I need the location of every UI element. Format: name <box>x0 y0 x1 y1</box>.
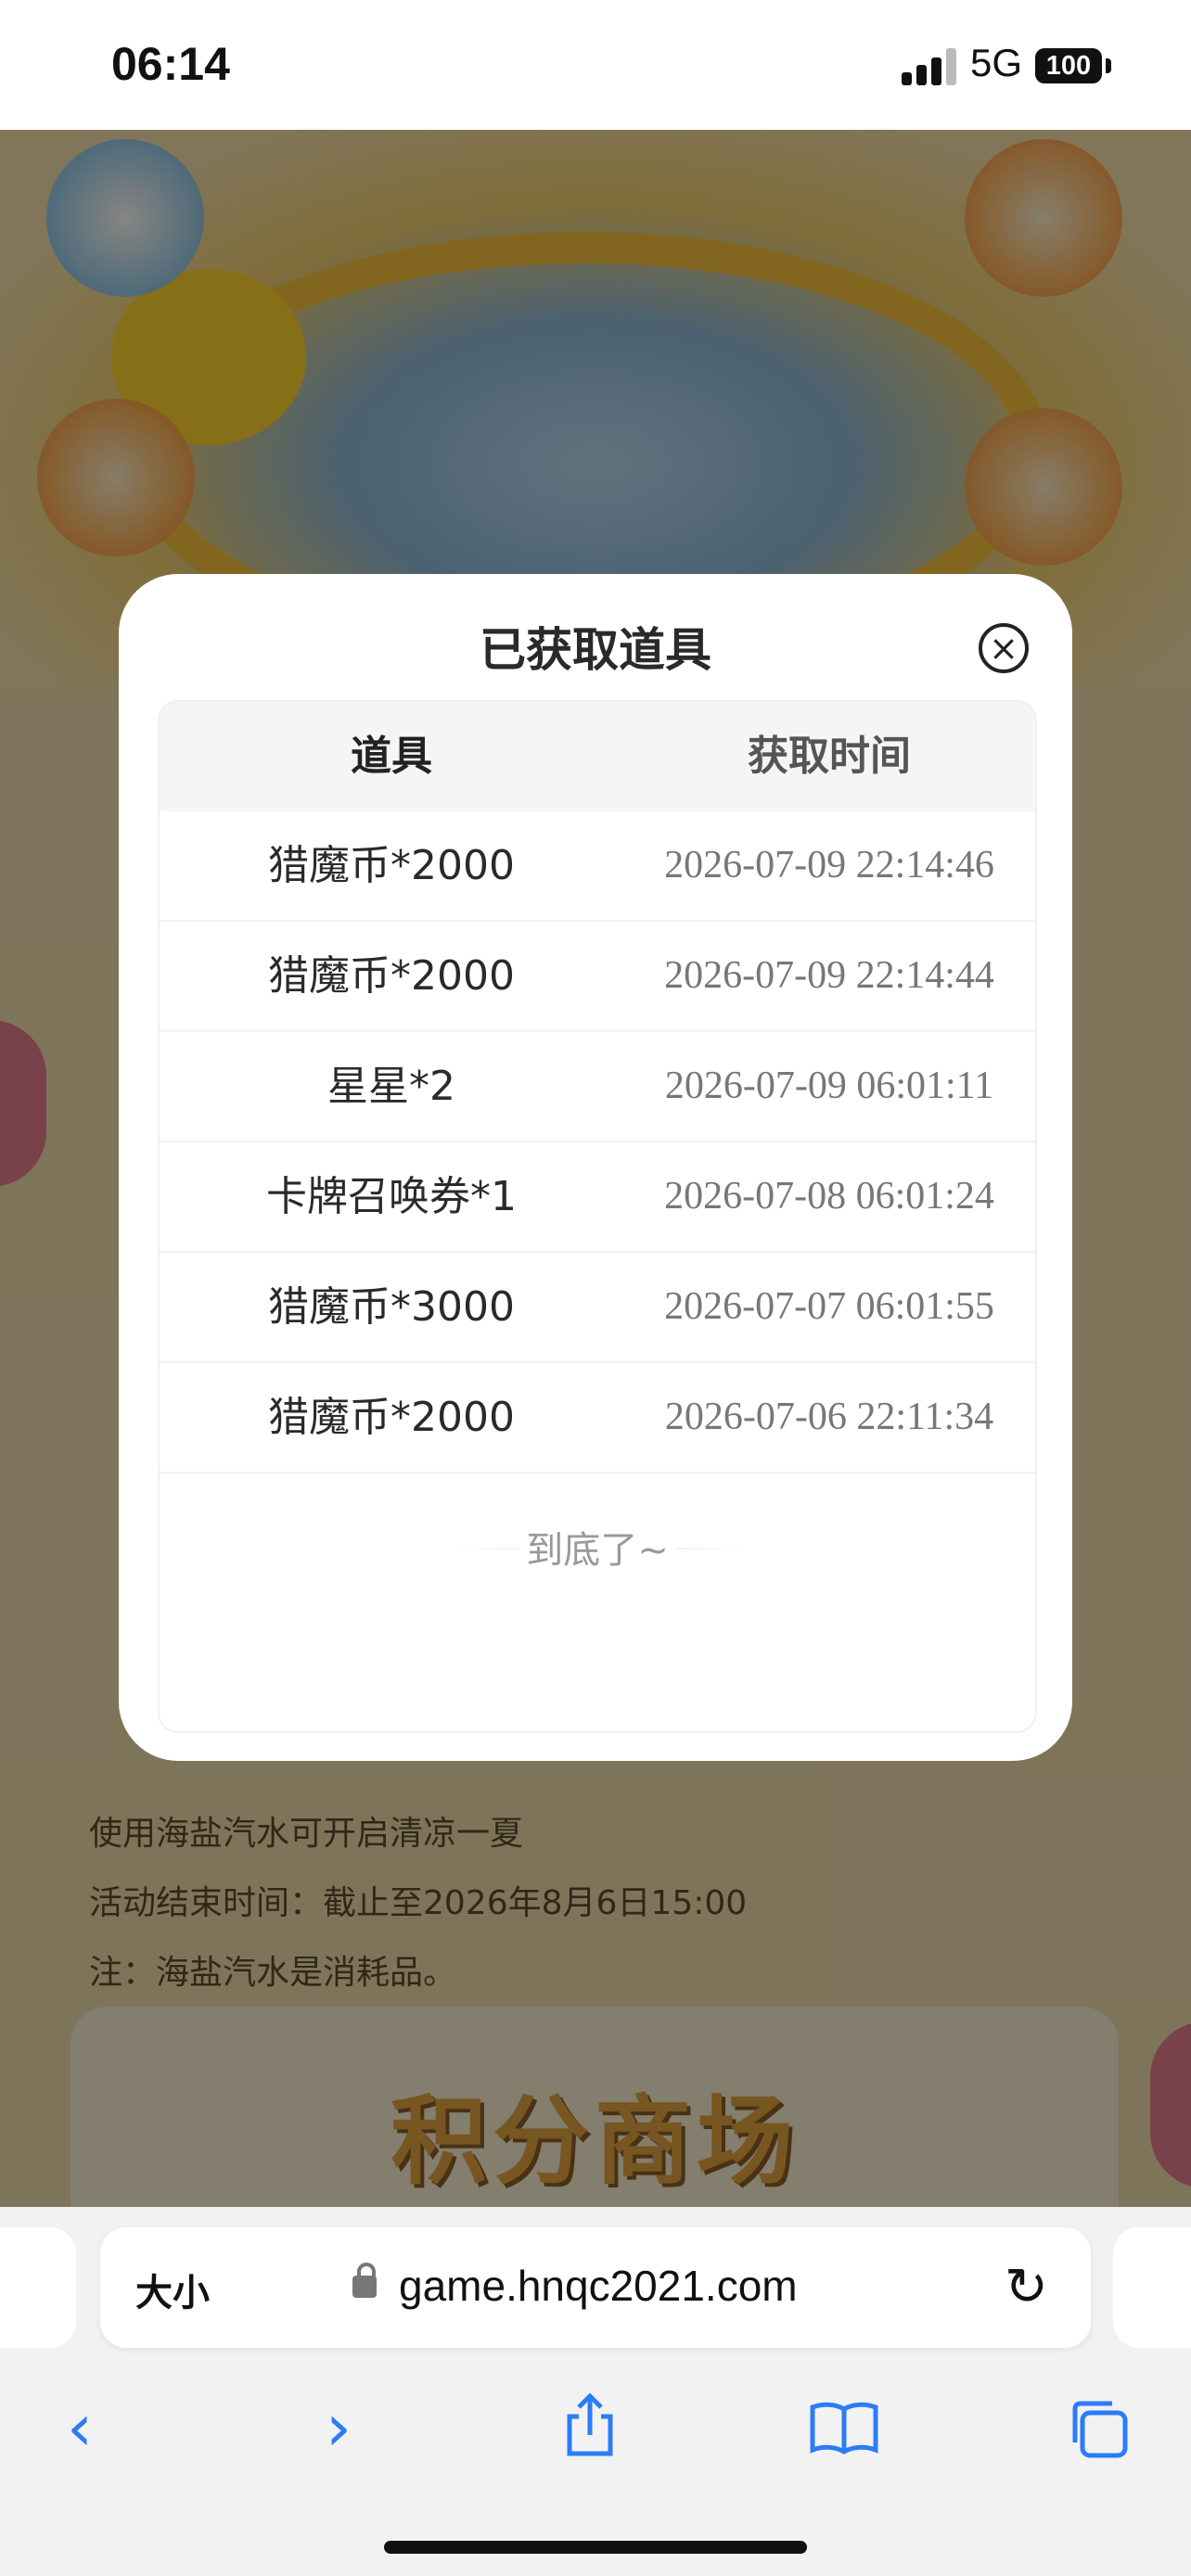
browser-chrome: 大小 game.hnqc2021.com ↻ ‹ › <box>0 2207 1191 2576</box>
forward-icon[interactable]: › <box>283 2372 394 2483</box>
battery-icon: 100 <box>1035 48 1102 83</box>
time-cell: 2026-07-09 06:01:11 <box>664 1065 994 1107</box>
column-header-item: 道具 <box>351 733 432 780</box>
list-end: 到底了~ <box>160 1473 1035 1622</box>
table-header: 道具 获取时间 <box>160 702 1035 811</box>
lock-icon <box>352 2263 377 2298</box>
status-bar: 06:14 5G 100 <box>0 0 1191 130</box>
close-icon[interactable]: × <box>979 623 1029 673</box>
time-cell: 2026-07-06 22:11:34 <box>664 1396 994 1438</box>
time-cell: 2026-07-07 06:01:55 <box>664 1285 994 1328</box>
cellular-signal-icon <box>902 48 957 85</box>
browser-toolbar: ‹ › <box>0 2372 1191 2483</box>
item-cell: 卡牌召唤券*1 <box>266 1173 517 1220</box>
item-cell: 猎魔币*2000 <box>268 952 515 1000</box>
table-row: 猎魔币*2000 2026-07-06 22:11:34 <box>160 1363 1035 1473</box>
tabs-icon[interactable] <box>1043 2372 1154 2483</box>
url-text[interactable]: game.hnqc2021.com <box>399 2261 798 2311</box>
text-size-button[interactable]: 大小 <box>135 2263 210 2316</box>
home-indicator[interactable] <box>384 2541 807 2554</box>
previous-tab-preview[interactable] <box>0 2227 76 2348</box>
column-header-time: 获取时间 <box>748 733 911 780</box>
status-time: 06:14 <box>111 38 230 90</box>
time-cell: 2026-07-09 22:14:44 <box>664 954 994 997</box>
modal-title: 已获取道具 <box>480 623 711 677</box>
back-icon[interactable]: ‹ <box>24 2372 135 2483</box>
next-tab-preview[interactable] <box>1113 2227 1191 2348</box>
share-icon[interactable] <box>534 2372 646 2483</box>
table-row: 猎魔币*3000 2026-07-07 06:01:55 <box>160 1253 1035 1363</box>
table-row: 星星*2 2026-07-09 06:01:11 <box>160 1032 1035 1142</box>
time-cell: 2026-07-08 06:01:24 <box>664 1175 994 1218</box>
time-cell: 2026-07-09 22:14:46 <box>664 844 994 886</box>
item-cell: 星星*2 <box>327 1063 455 1110</box>
bookmarks-icon[interactable] <box>788 2372 900 2483</box>
item-cell: 猎魔币*3000 <box>268 1283 515 1331</box>
acquired-items-modal: 已获取道具 × 道具 获取时间 猎魔币*2000 2026-07-09 22:1… <box>119 574 1072 1761</box>
end-of-list-text: 到底了~ <box>519 1529 676 1572</box>
table-row: 猎魔币*2000 2026-07-09 22:14:46 <box>160 811 1035 922</box>
battery-cap <box>1106 58 1111 73</box>
address-bar[interactable]: 大小 game.hnqc2021.com ↻ <box>100 2227 1091 2348</box>
table-row: 猎魔币*2000 2026-07-09 22:14:44 <box>160 922 1035 1032</box>
reload-icon[interactable]: ↻ <box>1005 2257 1048 2317</box>
item-cell: 猎魔币*2000 <box>268 1394 515 1441</box>
items-table: 道具 获取时间 猎魔币*2000 2026-07-09 22:14:46 猎魔币… <box>158 700 1037 1733</box>
item-cell: 猎魔币*2000 <box>268 842 515 889</box>
table-row: 卡牌召唤券*1 2026-07-08 06:01:24 <box>160 1142 1035 1253</box>
network-type: 5G <box>970 41 1023 84</box>
